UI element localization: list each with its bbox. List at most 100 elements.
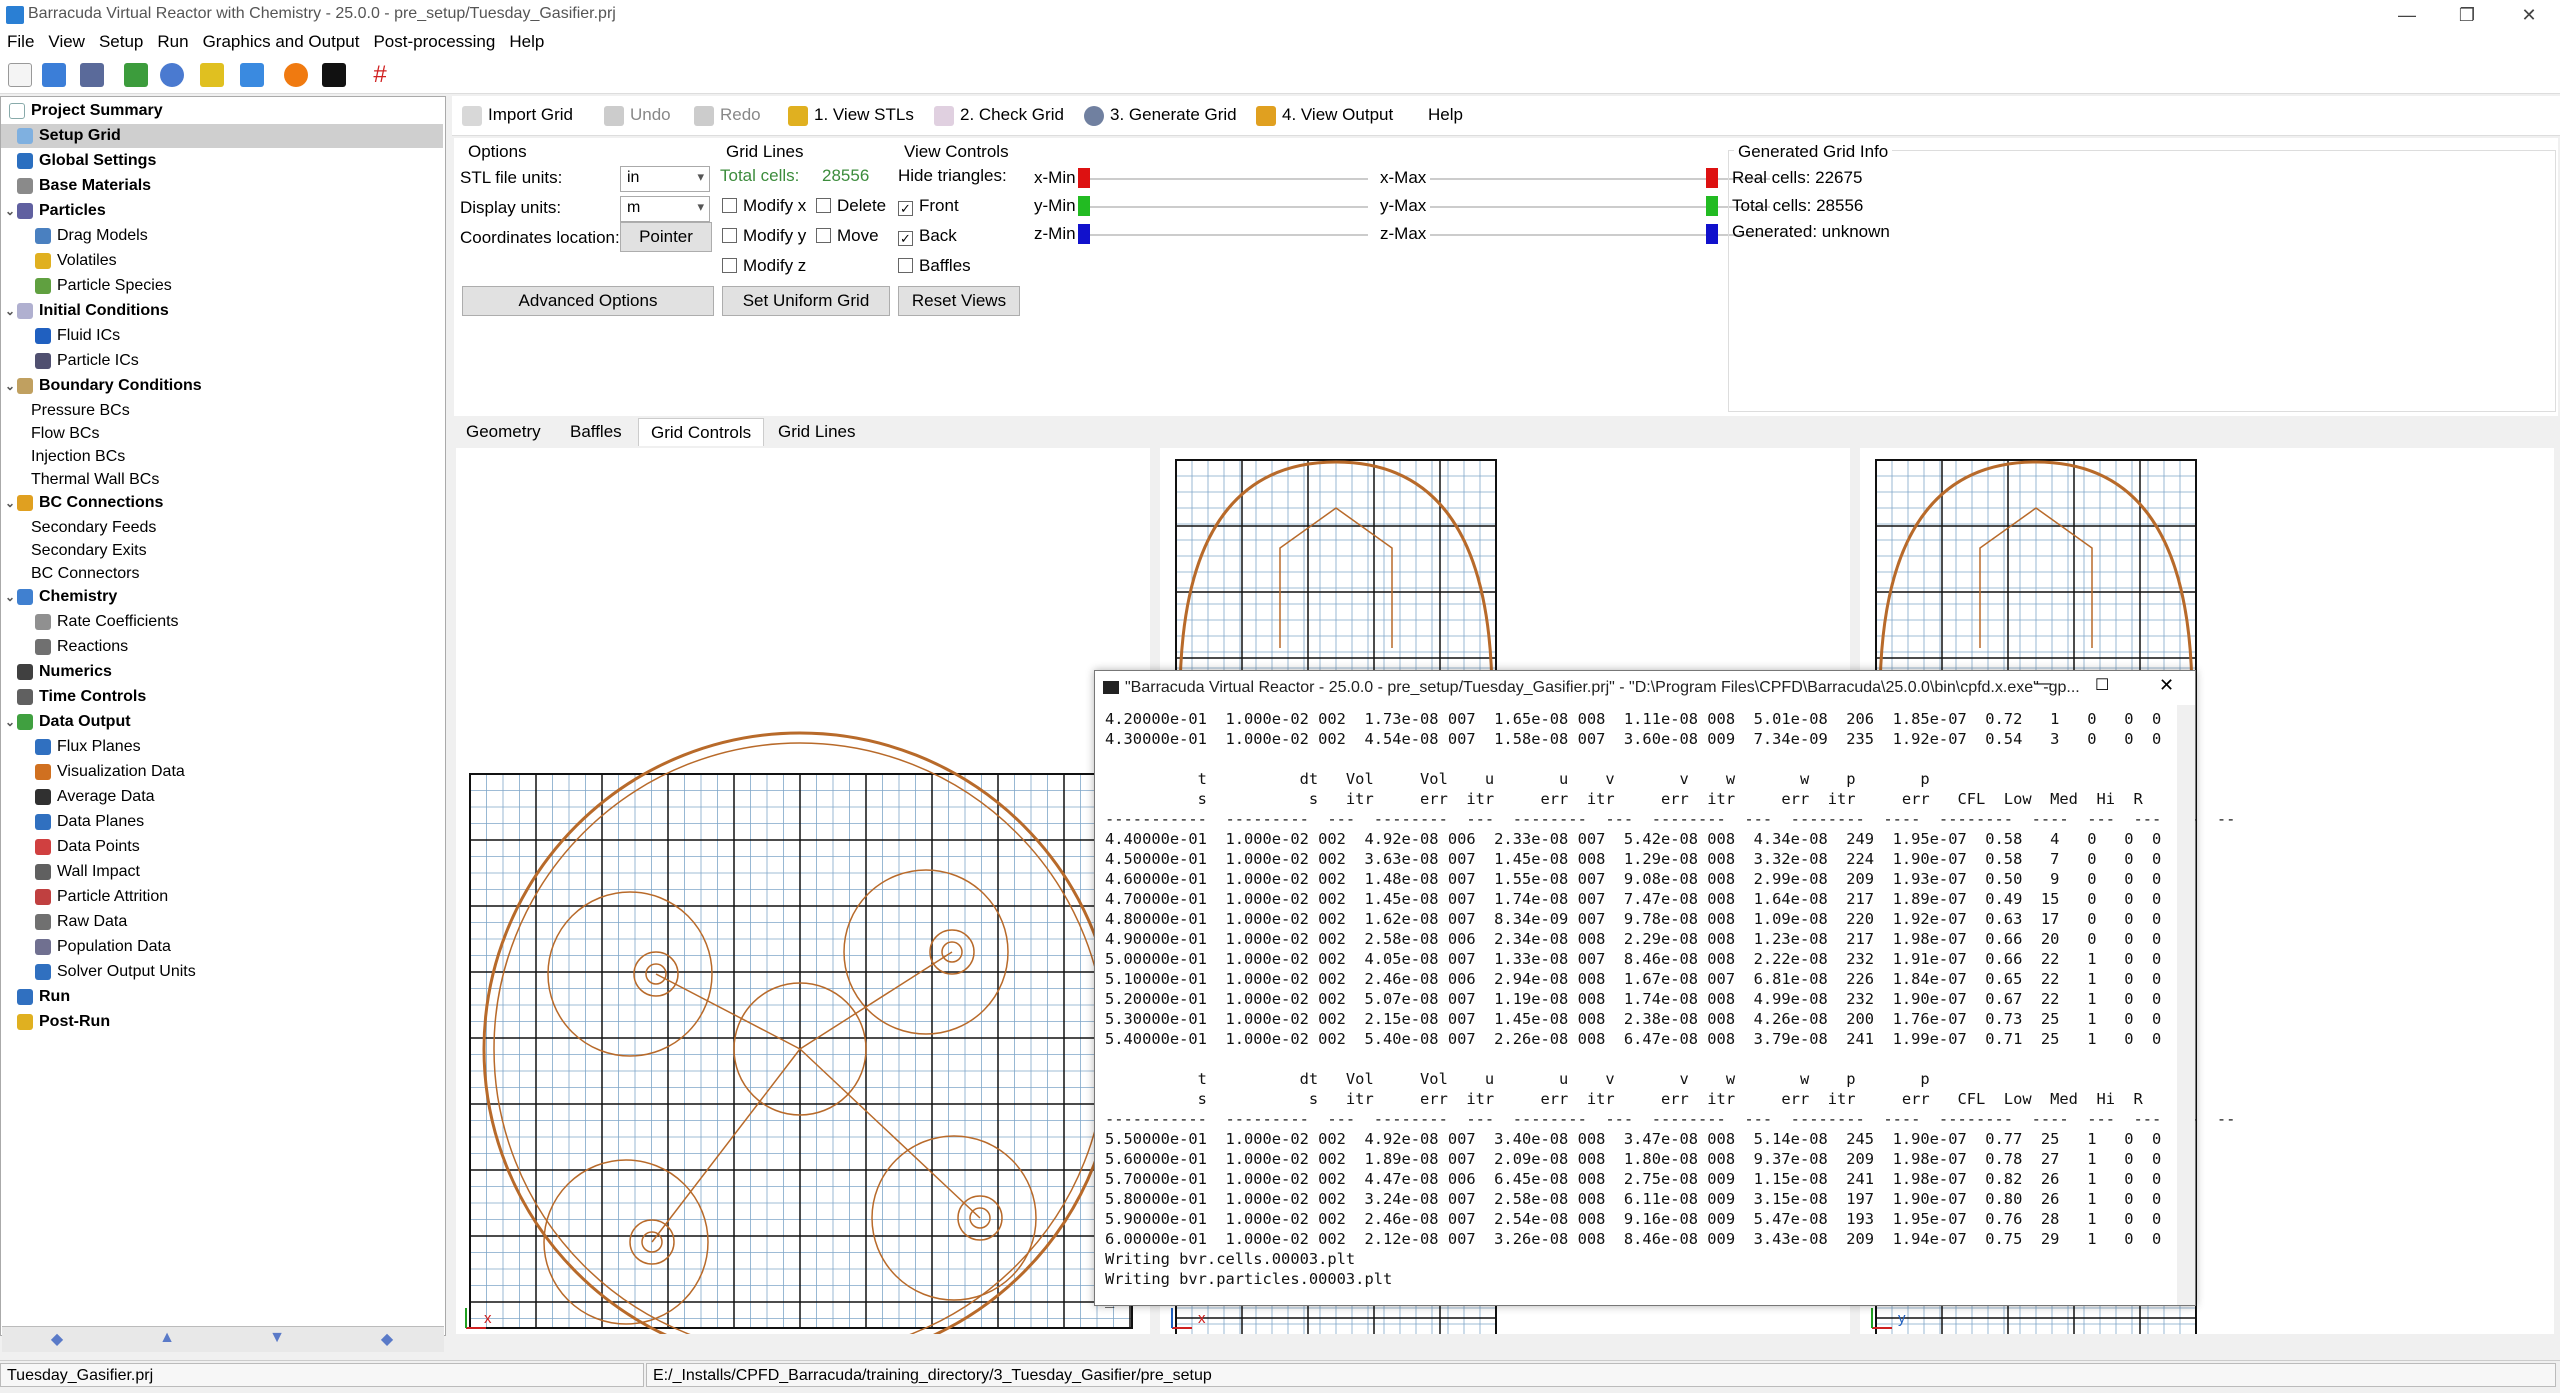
new-file-icon[interactable]	[8, 63, 32, 87]
tree-item-visualization-data[interactable]: Visualization Data	[1, 760, 443, 784]
z-min-slider[interactable]	[1078, 224, 1090, 244]
tree-item-initial-conditions[interactable]: ⌄ Initial Conditions	[1, 299, 443, 323]
modify-y-checkbox[interactable]: Modify y	[722, 226, 806, 246]
pointer-button[interactable]: Pointer	[620, 222, 712, 252]
tree-item-solver-output-units[interactable]: Solver Output Units	[1, 960, 443, 984]
run-solver-icon[interactable]	[284, 63, 308, 87]
y-min-slider[interactable]	[1078, 196, 1090, 216]
tree-item-project-summary[interactable]: Project Summary	[1, 99, 443, 123]
x-max-slider[interactable]	[1706, 168, 1718, 188]
baffles-checkbox[interactable]: Baffles	[898, 256, 971, 276]
close-window-button[interactable]: ✕	[2506, 2, 2552, 28]
tree-item-boundary-conditions[interactable]: ⌄ Boundary Conditions	[1, 374, 443, 398]
tree-item-population-data[interactable]: Population Data	[1, 935, 443, 959]
modify-x-checkbox[interactable]: Modify x	[722, 196, 806, 216]
stl-units-select[interactable]: in	[620, 166, 710, 192]
tree-item-chemistry[interactable]: ⌄ Chemistry	[1, 585, 443, 609]
tree-item-fluid-ics[interactable]: Fluid ICs	[1, 324, 443, 348]
solver-console-window[interactable]: "Barracuda Virtual Reactor - 25.0.0 - pr…	[1094, 670, 2235, 1308]
forward-icon[interactable]	[240, 63, 264, 87]
tree-expand-icon[interactable]: ⌄	[5, 710, 15, 734]
set-uniform-grid-button[interactable]: Set Uniform Grid	[722, 286, 890, 316]
undo-button[interactable]: Undo	[604, 98, 671, 132]
console-maximize-button[interactable]: ☐	[2095, 675, 2109, 695]
import-grid-button[interactable]: Import Grid	[462, 98, 573, 132]
help-button[interactable]: Help	[1428, 98, 1463, 132]
tab-baffles[interactable]: Baffles	[558, 418, 634, 446]
tree-item-particle-ics[interactable]: Particle ICs	[1, 349, 443, 373]
console-close-button[interactable]: ✕	[2159, 675, 2174, 696]
view-stls-button[interactable]: 1. View STLs	[788, 98, 914, 132]
tree-item-particle-attrition[interactable]: Particle Attrition	[1, 885, 443, 909]
tree-item-bc-connectors[interactable]: BC Connectors	[1, 562, 443, 586]
tree-item-wall-impact[interactable]: Wall Impact	[1, 860, 443, 884]
nav-last-button[interactable]: ◆	[332, 1329, 442, 1349]
save-icon[interactable]	[80, 63, 104, 87]
nav-up-button[interactable]: ▲	[112, 1329, 222, 1347]
reset-views-button[interactable]: Reset Views	[898, 286, 1020, 316]
top-view-viewport[interactable]: x	[456, 448, 1150, 1367]
console-scrollbar[interactable]	[2177, 705, 2195, 1305]
menu-post-processing[interactable]: Post-processing	[366, 30, 502, 54]
tab-grid-lines[interactable]: Grid Lines	[766, 418, 867, 446]
open-folder-icon[interactable]	[42, 63, 66, 87]
tree-item-flux-planes[interactable]: Flux Planes	[1, 735, 443, 759]
front-checkbox[interactable]: ✓ Front	[898, 196, 959, 216]
tree-item-pressure-bcs[interactable]: Pressure BCs	[1, 399, 443, 423]
tree-expand-icon[interactable]: ⌄	[5, 299, 15, 323]
grid-tool-icon[interactable]: #	[368, 63, 392, 87]
tree-item-data-planes[interactable]: Data Planes	[1, 810, 443, 834]
tree-item-base-materials[interactable]: Base Materials	[1, 174, 443, 198]
z-max-slider[interactable]	[1706, 224, 1718, 244]
tree-item-drag-models[interactable]: Drag Models	[1, 224, 443, 248]
tree-item-raw-data[interactable]: Raw Data	[1, 910, 443, 934]
tree-item-reactions[interactable]: Reactions	[1, 635, 443, 659]
menu-help[interactable]: Help	[502, 30, 551, 54]
tree-item-secondary-exits[interactable]: Secondary Exits	[1, 539, 443, 563]
tree-item-flow-bcs[interactable]: Flow BCs	[1, 422, 443, 446]
tree-item-global-settings[interactable]: Global Settings	[1, 149, 443, 173]
tree-expand-icon[interactable]: ⌄	[5, 374, 15, 398]
tree-item-particle-species[interactable]: Particle Species	[1, 274, 443, 298]
tree-item-post-run[interactable]: Post-Run	[1, 1010, 443, 1034]
nav-first-button[interactable]: ◆	[2, 1329, 112, 1349]
tree-item-setup-grid[interactable]: Setup Grid	[1, 124, 443, 148]
minimize-button[interactable]: —	[2384, 2, 2430, 28]
tree-expand-icon[interactable]: ⌄	[5, 585, 15, 609]
tree-item-volatiles[interactable]: Volatiles	[1, 249, 443, 273]
import-icon[interactable]	[200, 63, 224, 87]
tree-expand-icon[interactable]: ⌄	[5, 491, 15, 515]
nav-down-button[interactable]: ▼	[222, 1329, 332, 1347]
terminal-icon[interactable]	[322, 63, 346, 87]
redo-button[interactable]: Redo	[694, 98, 761, 132]
tree-item-data-output[interactable]: ⌄ Data Output	[1, 710, 443, 734]
x-min-slider[interactable]	[1078, 168, 1090, 188]
tree-item-thermal-wall-bcs[interactable]: Thermal Wall BCs	[1, 468, 443, 492]
check-grid-button[interactable]: 2. Check Grid	[934, 98, 1064, 132]
maximize-button[interactable]: ❐	[2444, 2, 2490, 28]
delete-checkbox[interactable]: Delete	[816, 196, 886, 216]
advanced-options-button[interactable]: Advanced Options	[462, 286, 714, 316]
tree-item-bc-connections[interactable]: ⌄ BC Connections	[1, 491, 443, 515]
tree-item-secondary-feeds[interactable]: Secondary Feeds	[1, 516, 443, 540]
tree-item-injection-bcs[interactable]: Injection BCs	[1, 445, 443, 469]
display-units-select[interactable]: m	[620, 196, 710, 222]
view-output-button[interactable]: 4. View Output	[1256, 98, 1393, 132]
settings-gear-icon[interactable]	[160, 63, 184, 87]
tree-item-rate-coefficients[interactable]: Rate Coefficients	[1, 610, 443, 634]
menu-view[interactable]: View	[41, 30, 92, 54]
tree-item-data-points[interactable]: Data Points	[1, 835, 443, 859]
console-minimize-button[interactable]: —	[2035, 675, 2051, 693]
tab-geometry[interactable]: Geometry	[454, 418, 553, 446]
tree-expand-icon[interactable]: ⌄	[5, 199, 15, 223]
menu-run[interactable]: Run	[150, 30, 195, 54]
tree-item-time-controls[interactable]: Time Controls	[1, 685, 443, 709]
modify-z-checkbox[interactable]: Modify z	[722, 256, 806, 276]
tree-item-particles[interactable]: ⌄ Particles	[1, 199, 443, 223]
menu-graphics-output[interactable]: Graphics and Output	[196, 30, 367, 54]
generate-grid-button[interactable]: 3. Generate Grid	[1084, 98, 1237, 132]
tree-item-numerics[interactable]: Numerics	[1, 660, 443, 684]
back-checkbox[interactable]: ✓ Back	[898, 226, 957, 246]
menu-setup[interactable]: Setup	[92, 30, 150, 54]
y-max-slider[interactable]	[1706, 196, 1718, 216]
